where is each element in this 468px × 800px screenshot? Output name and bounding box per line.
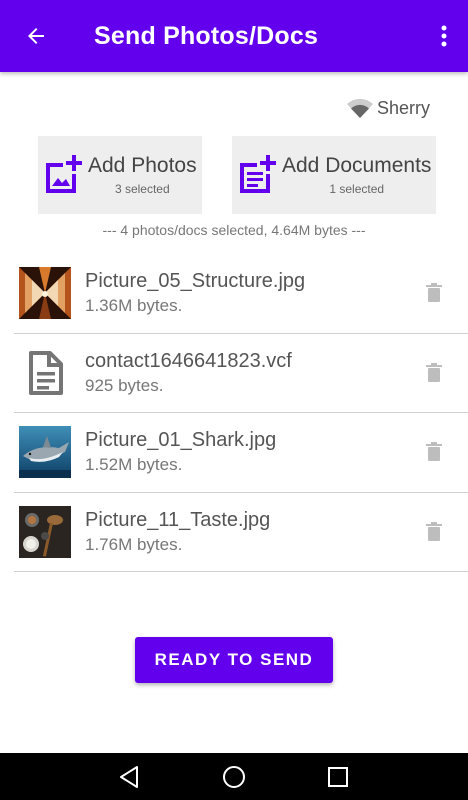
- network-indicator: Sherry: [345, 94, 430, 122]
- add-document-icon: [240, 155, 276, 193]
- list-item[interactable]: Picture_05_Structure.jpg 1.36M bytes.: [14, 254, 468, 334]
- file-size: 1.36M bytes.: [85, 296, 183, 316]
- file-size: 1.76M bytes.: [85, 534, 183, 554]
- network-name: Sherry: [376, 97, 430, 118]
- delete-icon[interactable]: [426, 283, 442, 303]
- file-name: Picture_05_Structure.jpg: [85, 270, 306, 293]
- file-name: contact1646641823.vcf: [85, 349, 292, 372]
- add-photos-label: Add Photos: [88, 154, 197, 177]
- delete-icon[interactable]: [426, 442, 442, 462]
- more-vert-icon: [441, 25, 447, 47]
- file-list: Picture_05_Structure.jpg 1.36M bytes. co…: [14, 254, 468, 572]
- nav-home-icon[interactable]: [220, 763, 248, 791]
- add-photos-button[interactable]: Add Photos 3 selected: [38, 136, 202, 214]
- file-size: 1.52M bytes.: [85, 455, 183, 475]
- document-icon-thumbnail: [19, 347, 71, 399]
- documents-selected-count: 1 selected: [329, 182, 385, 196]
- file-name: Picture_11_Taste.jpg: [85, 508, 271, 531]
- system-navigation-bar: [0, 753, 468, 800]
- document-icon: [29, 350, 63, 395]
- ready-to-send-button[interactable]: READY TO SEND: [135, 637, 333, 683]
- add-documents-label: Add Documents: [282, 154, 432, 177]
- app-bar: Send Photos/Docs: [0, 0, 468, 72]
- file-name: Picture_01_Shark.jpg: [85, 429, 277, 452]
- taste-photo-thumbnail: [19, 505, 71, 558]
- page-title: Send Photos/Docs: [94, 21, 319, 50]
- photos-selected-count: 3 selected: [114, 182, 170, 196]
- wifi-icon: [346, 98, 373, 118]
- nav-recents-icon[interactable]: [324, 763, 352, 791]
- list-item[interactable]: contact1646641823.vcf 925 bytes.: [14, 334, 468, 413]
- list-item[interactable]: Picture_11_Taste.jpg 1.76M bytes.: [14, 493, 468, 572]
- add-photo-icon: [46, 155, 82, 193]
- delete-icon[interactable]: [426, 521, 442, 542]
- delete-icon[interactable]: [426, 362, 442, 383]
- overflow-menu-button[interactable]: [434, 16, 454, 56]
- nav-back-icon[interactable]: [116, 763, 144, 791]
- add-documents-button[interactable]: Add Documents 1 selected: [232, 136, 436, 214]
- shark-photo-thumbnail: [19, 426, 71, 479]
- file-size: 925 bytes.: [85, 375, 164, 395]
- back-button[interactable]: [14, 14, 58, 58]
- list-item[interactable]: Picture_01_Shark.jpg 1.52M bytes.: [14, 413, 468, 493]
- structure-photo-thumbnail: [19, 267, 71, 320]
- selection-summary: --- 4 photos/docs selected, 4.64M bytes …: [102, 222, 366, 238]
- arrow-left-icon: [28, 28, 44, 44]
